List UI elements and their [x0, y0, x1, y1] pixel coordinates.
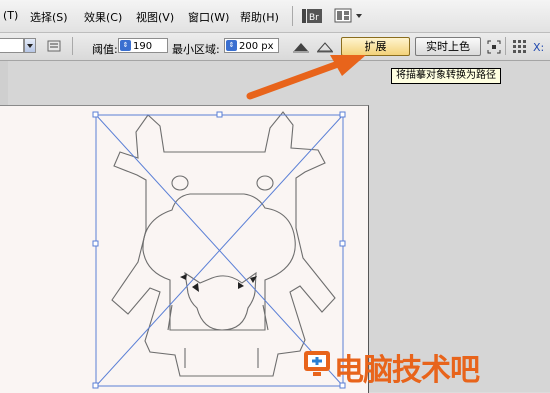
traced-artwork[interactable]	[0, 0, 550, 392]
monitor-icon	[304, 351, 330, 376]
tooltip: 将描摹对象转换为路径	[391, 68, 501, 84]
watermark-text: 电脑技术吧	[334, 353, 480, 388]
annotation-arrow	[246, 55, 366, 100]
watermark: 电脑技术吧	[300, 335, 550, 390]
